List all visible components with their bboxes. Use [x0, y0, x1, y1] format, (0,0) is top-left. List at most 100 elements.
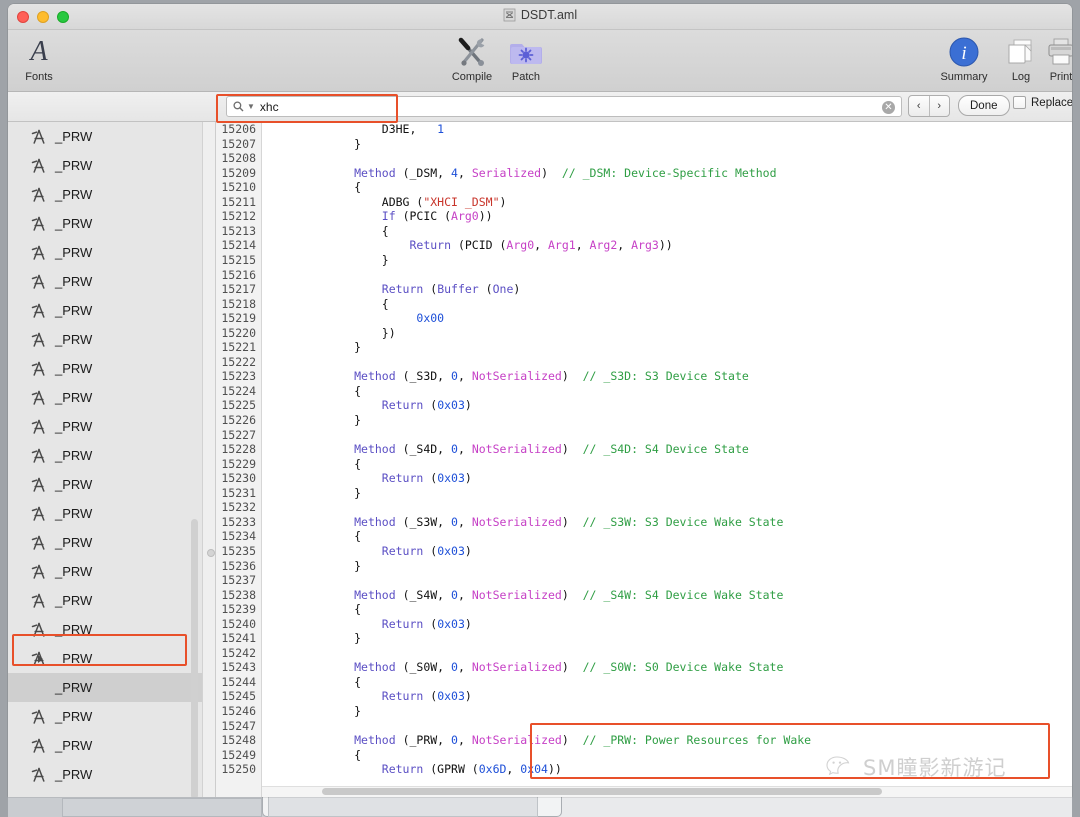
- code-text[interactable]: {: [271, 384, 361, 399]
- code-text[interactable]: }: [271, 486, 361, 501]
- patch-button[interactable]: Patch: [497, 34, 555, 84]
- code-text[interactable]: Method (_PRW, 0, NotSerialized) // _PRW:…: [271, 733, 811, 748]
- code-text[interactable]: D3HE, 1: [271, 122, 444, 137]
- sidebar-item-prw-18[interactable]: _PRW: [8, 644, 202, 673]
- code-line[interactable]: 15214 Return (PCID (Arg0, Arg1, Arg2, Ar…: [216, 238, 1072, 253]
- code-text[interactable]: }: [271, 631, 361, 646]
- sidebar-item-prw-11[interactable]: _PRW: [8, 441, 202, 470]
- code-line[interactable]: 15218 {: [216, 297, 1072, 312]
- code-text[interactable]: Method (_S0W, 0, NotSerialized) // _S0W:…: [271, 660, 783, 675]
- replace-toggle[interactable]: Replace: [1013, 96, 1072, 109]
- split-view-collapse-handle[interactable]: [207, 549, 215, 557]
- sidebar-item-prw-10[interactable]: _PRW: [8, 412, 202, 441]
- code-text[interactable]: If (PCIC (Arg0)): [271, 209, 493, 224]
- code-line[interactable]: 15231 }: [216, 486, 1072, 501]
- code-line[interactable]: 15229 {: [216, 457, 1072, 472]
- code-text[interactable]: {: [271, 675, 361, 690]
- chevron-down-icon[interactable]: ▼: [247, 102, 255, 111]
- find-navigation-segmented[interactable]: ‹ ›: [908, 95, 950, 117]
- code-text[interactable]: Return (0x03): [271, 471, 472, 486]
- summary-button[interactable]: i Summary: [935, 34, 993, 84]
- code-line[interactable]: 15225 Return (0x03): [216, 398, 1072, 413]
- code-text[interactable]: Method (_DSM, 4, Serialized) // _DSM: De…: [271, 166, 776, 181]
- disclosure-triangle-icon[interactable]: [38, 654, 43, 663]
- clear-circle-icon[interactable]: ✕: [882, 101, 895, 114]
- code-line[interactable]: 15239 {: [216, 602, 1072, 617]
- code-text[interactable]: Method (_S3D, 0, NotSerialized) // _S3D:…: [271, 369, 749, 384]
- code-line[interactable]: 15221 }: [216, 340, 1072, 355]
- code-line[interactable]: 15244 {: [216, 675, 1072, 690]
- code-line[interactable]: 15246 }: [216, 704, 1072, 719]
- code-line[interactable]: 15232: [216, 500, 1072, 515]
- code-text[interactable]: ADBG ("XHCI _DSM"): [271, 195, 507, 210]
- code-text[interactable]: Return (GPRW (0x6D, 0x04)): [271, 762, 562, 777]
- search-field[interactable]: ▼ xhc ✕: [226, 96, 902, 117]
- code-line[interactable]: 15250 Return (GPRW (0x6D, 0x04)): [216, 762, 1072, 777]
- code-text[interactable]: {: [271, 529, 361, 544]
- code-text[interactable]: Return (0x03): [271, 398, 472, 413]
- code-text[interactable]: }): [271, 326, 396, 341]
- code-line[interactable]: 15213 {: [216, 224, 1072, 239]
- code-line[interactable]: 15230 Return (0x03): [216, 471, 1072, 486]
- code-text[interactable]: {: [271, 748, 361, 763]
- code-line[interactable]: 15238 Method (_S4W, 0, NotSerialized) //…: [216, 588, 1072, 603]
- sidebar-item-prw-20[interactable]: _PRW: [8, 702, 202, 731]
- code-text[interactable]: Return (0x03): [271, 689, 472, 704]
- code-text[interactable]: }: [271, 413, 361, 428]
- code-line[interactable]: 15228 Method (_S4D, 0, NotSerialized) //…: [216, 442, 1072, 457]
- code-text[interactable]: Method (_S4W, 0, NotSerialized) // _S4W:…: [271, 588, 783, 603]
- code-text[interactable]: Method (_S3W, 0, NotSerialized) // _S3W:…: [271, 515, 783, 530]
- code-line[interactable]: 15206 D3HE, 1: [216, 122, 1072, 137]
- code-line[interactable]: 15243 Method (_S0W, 0, NotSerialized) //…: [216, 660, 1072, 675]
- code-line[interactable]: 15222: [216, 355, 1072, 370]
- code-text[interactable]: }: [271, 340, 361, 355]
- code-text[interactable]: }: [271, 137, 361, 152]
- outline-list[interactable]: _PRW _PRW _PRW _PRW _PRW _PRW _PRW _PRW …: [8, 122, 202, 789]
- code-line[interactable]: 15207 }: [216, 137, 1072, 152]
- code-line[interactable]: 15211 ADBG ("XHCI _DSM"): [216, 195, 1072, 210]
- sidebar-item-prw-8[interactable]: _PRW: [8, 354, 202, 383]
- code-line[interactable]: 15234 {: [216, 529, 1072, 544]
- sidebar-item-prw-2[interactable]: _PRW: [8, 180, 202, 209]
- code-text[interactable]: 0x00: [271, 311, 444, 326]
- sidebar-item-prw-5[interactable]: _PRW: [8, 267, 202, 296]
- code-line[interactable]: 15223 Method (_S3D, 0, NotSerialized) //…: [216, 369, 1072, 384]
- code-text[interactable]: Return (0x03): [271, 617, 472, 632]
- split-view-divider[interactable]: [202, 122, 216, 797]
- code-text[interactable]: {: [271, 457, 361, 472]
- compile-button[interactable]: Compile: [443, 34, 501, 84]
- sidebar-item-prw-7[interactable]: _PRW: [8, 325, 202, 354]
- editor-horizontal-scrollbar[interactable]: [262, 786, 1072, 797]
- code-line[interactable]: 15248 Method (_PRW, 0, NotSerialized) //…: [216, 733, 1072, 748]
- sidebar-item-prw-6[interactable]: _PRW: [8, 296, 202, 325]
- code-text[interactable]: {: [271, 297, 389, 312]
- code-line[interactable]: 15235 Return (0x03): [216, 544, 1072, 559]
- search-input[interactable]: xhc: [260, 100, 895, 114]
- sidebar-item-prw-16[interactable]: _PRW: [8, 586, 202, 615]
- code-line[interactable]: 15220 }): [216, 326, 1072, 341]
- find-previous-button[interactable]: ‹: [909, 96, 930, 116]
- editor-scrollbar-thumb[interactable]: [322, 788, 882, 795]
- code-line[interactable]: 15217 Return (Buffer (One): [216, 282, 1072, 297]
- code-line[interactable]: 15247: [216, 719, 1072, 734]
- code-text[interactable]: {: [271, 180, 361, 195]
- find-next-button[interactable]: ›: [930, 96, 950, 116]
- code-text[interactable]: Method (_S4D, 0, NotSerialized) // _S4D:…: [271, 442, 749, 457]
- sidebar-item-prw-0[interactable]: _PRW: [8, 122, 202, 151]
- sidebar-item-prw-4[interactable]: _PRW: [8, 238, 202, 267]
- sidebar-item-prw-22[interactable]: _PRW: [8, 760, 202, 789]
- code-text[interactable]: }: [271, 253, 389, 268]
- sidebar-item-prw-13[interactable]: _PRW: [8, 499, 202, 528]
- code-line[interactable]: 15242: [216, 646, 1072, 661]
- code-line[interactable]: 15240 Return (0x03): [216, 617, 1072, 632]
- code-text[interactable]: {: [271, 224, 389, 239]
- code-text[interactable]: {: [271, 602, 361, 617]
- sidebar-item-prw-14[interactable]: _PRW: [8, 528, 202, 557]
- code-text[interactable]: Return (0x03): [271, 544, 472, 559]
- code-line[interactable]: 15245 Return (0x03): [216, 689, 1072, 704]
- sidebar-item-prw-12[interactable]: _PRW: [8, 470, 202, 499]
- code-line[interactable]: 15236 }: [216, 559, 1072, 574]
- outline-sidebar[interactable]: _PRW _PRW _PRW _PRW _PRW _PRW _PRW _PRW …: [8, 122, 202, 797]
- sidebar-item-prw-17[interactable]: _PRW: [8, 615, 202, 644]
- sidebar-item-prw-21[interactable]: _PRW: [8, 731, 202, 760]
